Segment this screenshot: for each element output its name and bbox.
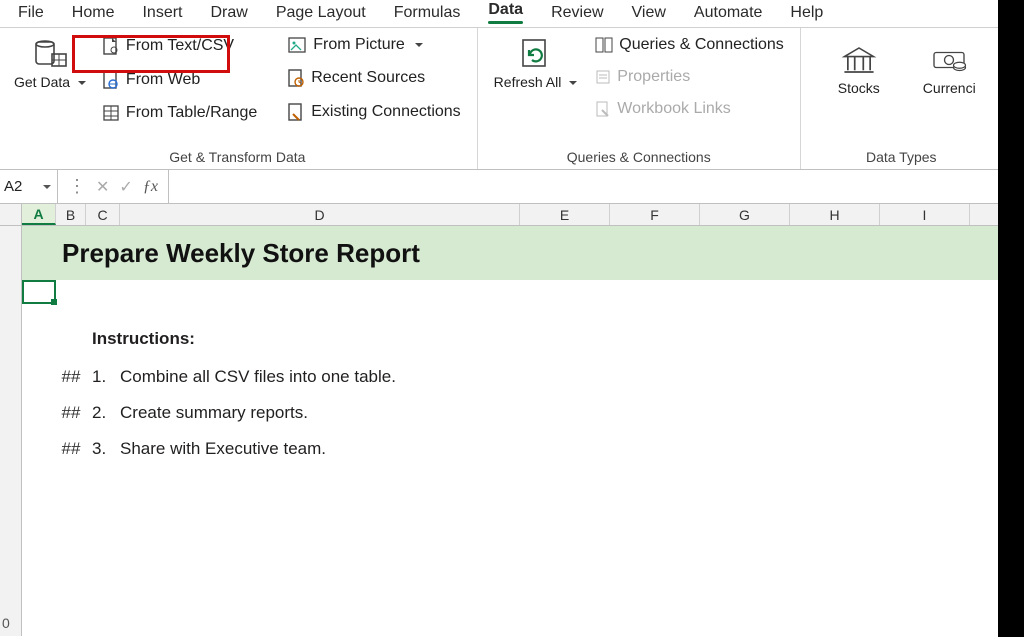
bank-icon: [841, 42, 877, 78]
queries-icon: [595, 37, 613, 53]
group-data-types: Stocks Currenci Data Types: [801, 28, 1002, 169]
recent-icon: [287, 68, 305, 88]
link-icon: [595, 100, 611, 118]
row-number-marker: 0: [2, 615, 10, 631]
col-header-h[interactable]: H: [790, 204, 880, 225]
tab-view[interactable]: View: [618, 2, 680, 26]
get-data-button[interactable]: Get Data: [8, 32, 92, 95]
group-label-get-transform: Get & Transform Data: [8, 145, 467, 167]
col-header-b[interactable]: B: [56, 204, 86, 225]
col-header-d[interactable]: D: [120, 204, 520, 225]
existing-connections-button[interactable]: Existing Connections: [281, 98, 466, 126]
chevron-down-icon: [43, 185, 51, 193]
queries-connections-button[interactable]: Queries & Connections: [589, 32, 790, 58]
get-data-label: Get Data: [14, 74, 86, 91]
select-all-corner[interactable]: [0, 204, 22, 225]
group-get-transform: Get Data From Text/CSV From Web: [0, 28, 478, 169]
name-box[interactable]: A2: [0, 170, 58, 203]
currency-icon: [931, 42, 967, 78]
col-header-g[interactable]: G: [700, 204, 790, 225]
col-header-c[interactable]: C: [86, 204, 120, 225]
file-text-icon: [102, 36, 120, 56]
list-num: 1.: [86, 360, 114, 394]
currencies-button[interactable]: Currenci: [917, 38, 982, 101]
tab-data[interactable]: Data: [474, 0, 537, 28]
properties-icon: [595, 69, 611, 85]
hash-marker: ##: [56, 432, 86, 466]
list-num: 3.: [86, 432, 114, 466]
ribbon: Get Data From Text/CSV From Web: [0, 28, 1024, 170]
picture-icon: [287, 36, 307, 54]
connections-icon: [287, 102, 305, 122]
from-web-button[interactable]: From Web: [96, 66, 263, 94]
from-picture-button[interactable]: From Picture: [281, 32, 466, 58]
formula-bar: A2 ⋮ ✕ ✓ ƒx: [0, 170, 1024, 204]
hash-marker: ##: [56, 396, 86, 430]
tab-automate[interactable]: Automate: [680, 2, 776, 26]
properties-button: Properties: [589, 64, 790, 90]
workbook-links-button: Workbook Links: [589, 96, 790, 122]
col-header-f[interactable]: F: [610, 204, 700, 225]
tab-draw[interactable]: Draw: [196, 2, 261, 26]
menu-tabs: File Home Insert Draw Page Layout Formul…: [0, 0, 1024, 28]
tab-insert[interactable]: Insert: [128, 2, 196, 26]
sheet-area[interactable]: Prepare Weekly Store Report Instructions…: [0, 226, 1024, 636]
tab-file[interactable]: File: [4, 2, 58, 26]
tab-home[interactable]: Home: [58, 2, 129, 26]
refresh-all-button[interactable]: Refresh All: [488, 32, 584, 95]
list-item: Create summary reports.: [114, 396, 564, 430]
col-header-i[interactable]: I: [880, 204, 970, 225]
currencies-label: Currenci: [923, 80, 976, 97]
table-icon: [102, 104, 120, 122]
tab-help[interactable]: Help: [776, 2, 837, 26]
active-cell[interactable]: [22, 280, 56, 304]
list-item: Combine all CSV files into one table.: [114, 360, 564, 394]
stocks-button[interactable]: Stocks: [831, 38, 887, 101]
tab-formulas[interactable]: Formulas: [380, 2, 475, 26]
from-text-csv-button[interactable]: From Text/CSV: [96, 32, 263, 60]
cancel-icon[interactable]: ✕: [96, 177, 109, 197]
hash-marker: ##: [56, 360, 86, 394]
group-label-queries: Queries & Connections: [488, 145, 790, 167]
group-queries-connections: Refresh All Queries & Connections Proper…: [478, 28, 801, 169]
window-edge: [998, 0, 1024, 637]
refresh-icon: [517, 36, 553, 72]
confirm-icon[interactable]: ✓: [119, 177, 132, 197]
tab-page-layout[interactable]: Page Layout: [262, 2, 380, 26]
stocks-label: Stocks: [838, 80, 880, 97]
group-label-datatypes: Data Types: [811, 145, 992, 167]
list-num: 2.: [86, 396, 114, 430]
recent-sources-button[interactable]: Recent Sources: [281, 64, 466, 92]
column-headers: A B C D E F G H I: [0, 204, 1024, 226]
col-header-e[interactable]: E: [520, 204, 610, 225]
cells[interactable]: Prepare Weekly Store Report Instructions…: [22, 226, 1024, 636]
refresh-all-label: Refresh All: [494, 74, 578, 91]
title-cell[interactable]: Prepare Weekly Store Report: [22, 226, 1024, 280]
dots-icon: ⋮: [68, 176, 86, 197]
database-icon: [32, 36, 68, 72]
formula-input[interactable]: [169, 170, 1024, 203]
col-header-a[interactable]: A: [22, 204, 56, 225]
fx-icon[interactable]: ƒx: [143, 178, 158, 196]
instructions-heading: Instructions:: [86, 322, 526, 356]
tab-review[interactable]: Review: [537, 2, 617, 26]
globe-icon: [102, 70, 120, 90]
list-item: Share with Executive team.: [114, 432, 564, 466]
from-table-range-button[interactable]: From Table/Range: [96, 100, 263, 126]
row-headers: [0, 226, 22, 636]
